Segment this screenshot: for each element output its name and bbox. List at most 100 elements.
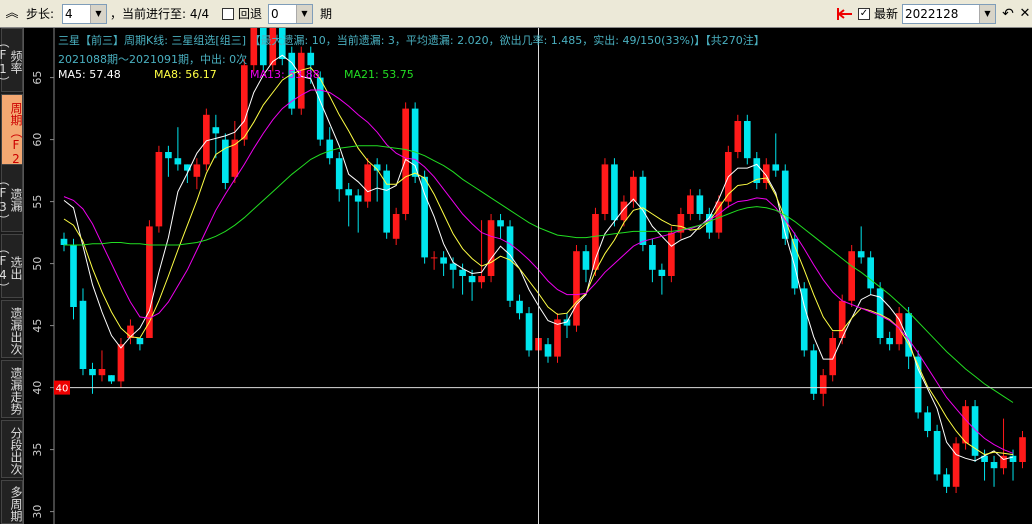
candle-body [554,319,561,357]
close-icon[interactable]: ✕ [1018,6,1032,22]
candle-body [60,238,68,245]
tab-label: 多周期 [9,485,23,522]
candle-body [848,251,856,301]
candle-body [743,121,751,159]
jump-latest-icon[interactable] [836,6,854,22]
tab-omission[interactable]: 遗漏（F3） [0,164,23,232]
tab-selected[interactable]: 选出（F4） [0,234,23,298]
latest-checkbox[interactable]: ✓ [858,8,870,20]
y-tick-label: 50 [31,257,44,271]
tab-multi-period[interactable]: 多周期 [1,480,23,524]
candle-body [601,164,609,214]
ma13-label: MA13: 53.88 [250,68,320,81]
candle-body [326,139,334,159]
candle-body [772,164,780,171]
candle-body [734,121,742,152]
y-tick-label: 35 [31,443,44,457]
tab-label: 遗漏出次 [9,306,23,355]
y-tick-label: 45 [31,319,44,333]
candle-body [962,406,969,444]
review-value: 0 [271,7,279,21]
candle-body [335,158,343,190]
tab-frequency[interactable]: 频率（F1） [0,28,23,92]
chevron-down-icon[interactable]: ▼ [979,5,995,23]
candle-body [449,263,457,270]
candle-body [354,195,362,202]
candle-body [117,344,125,382]
candle-body [582,251,590,270]
tab-label: 遗漏走势 [9,366,23,415]
candle-body [203,114,210,165]
candle-body [649,245,656,270]
candle-body [516,300,523,314]
candle-body [573,251,580,326]
tab-label: 选出（F4） [0,241,23,294]
candle-body [212,127,220,134]
candle-body [867,257,874,289]
ma8-label: MA8: 56.17 [154,68,217,81]
chevron-down-icon[interactable]: ▼ [296,5,312,23]
candle-body [829,338,837,376]
undo-icon[interactable]: ↶ [1000,6,1016,22]
tab-segment-hits[interactable]: 分段出次 [1,420,23,478]
tab-label: 频率（F1） [0,35,23,88]
candle-body [1009,455,1017,462]
y-tick-label: 65 [31,71,44,85]
progress-text: ，当前进行至: 4/4 [110,7,210,21]
tab-omission-hits[interactable]: 遗漏出次 [1,300,23,358]
y-tick-label: 40 [31,381,44,395]
candle-body [497,220,504,227]
tab-label: 遗漏（F3） [0,173,23,226]
y-tick-label: 60 [31,133,44,147]
candle-body [506,226,514,301]
candle-body [630,176,637,202]
candle-body [478,276,485,283]
candle-body [136,338,144,345]
y-tick-label: 55 [31,195,44,209]
candle-body [421,176,428,258]
candle-body [345,189,353,196]
candle-body [658,269,666,276]
candlestick-chart[interactable]: 30 35 40 45 50 55 60 65 40 [24,28,1032,524]
candle-body [155,152,163,227]
candle-body [592,214,599,270]
candle-body [687,195,694,214]
latest-label: 最新 [874,7,899,21]
candle-body [440,257,447,264]
candle-body [307,52,315,66]
candle-body [193,164,201,177]
candle-body [316,77,324,140]
step-label: 步长: [26,7,55,21]
candle-body [668,232,675,276]
latest-period-value: 2022128 [905,7,959,21]
candle-body [819,375,827,394]
step-value: 4 [65,7,73,21]
chevron-down-icon[interactable]: ▼ [90,5,106,23]
y-tick-label: 30 [31,505,44,519]
candle-body [459,269,466,276]
candle-body [468,276,476,283]
review-select[interactable]: 0 ▼ [268,4,313,24]
candle-body [857,251,865,258]
tab-omission-trend[interactable]: 遗漏走势 [1,360,23,418]
candle-body [165,152,172,159]
candle-body [487,220,495,276]
review-checkbox[interactable] [222,8,234,20]
check-icon: ✓ [859,8,869,19]
candle-body [781,170,789,239]
step-select[interactable]: 4 ▼ [62,4,107,24]
chart-range: 2021088期～2021091期，中出: 0次 [58,53,248,66]
candle-body [1019,437,1026,462]
candle-body [364,164,372,202]
review-label: 回退 [238,7,263,21]
latest-period-select[interactable]: 2022128 ▼ [902,4,996,24]
candle-body [430,257,438,259]
crosshair-value-label: 40 [56,384,69,395]
sidebar: 频率（F1） 周期（F2） 遗漏（F3） 选出（F4） 遗漏出次 遗漏走势 分段… [0,28,24,524]
candle-body [70,245,77,307]
candle-body [620,201,628,221]
candle-body [924,412,931,431]
collapse-up-icon[interactable]: ︽ [4,3,20,25]
candle-body [392,214,400,239]
period-unit: 期 [320,7,333,21]
